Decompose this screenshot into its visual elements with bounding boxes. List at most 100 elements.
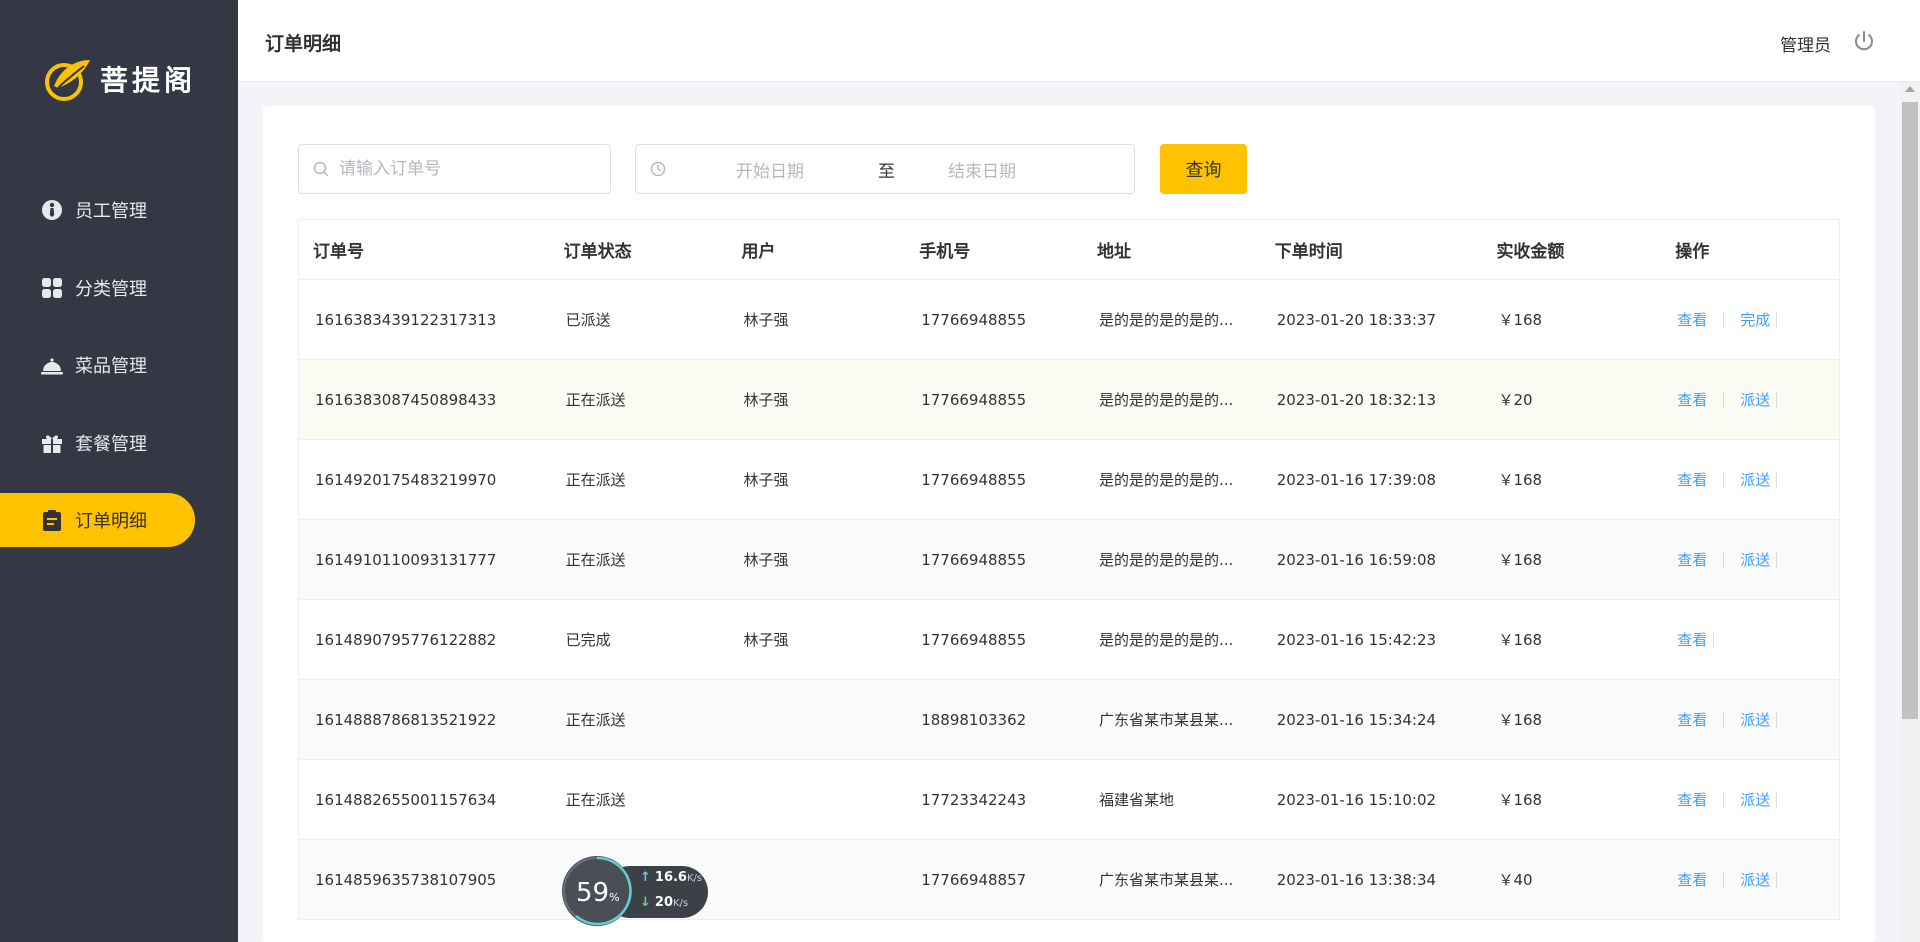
view-button[interactable]: 查看: [1677, 389, 1707, 410]
date-end-input[interactable]: 结束日期: [948, 157, 1016, 182]
user-name[interactable]: 管理员: [1780, 31, 1831, 56]
row-action-button[interactable]: 派送: [1740, 789, 1770, 810]
page-title: 订单明细: [265, 33, 342, 55]
view-button[interactable]: 查看: [1677, 629, 1707, 650]
cell-status: 正在派送: [565, 391, 626, 409]
view-button[interactable]: 查看: [1677, 869, 1707, 890]
cell-status: 正在派送: [565, 551, 626, 569]
cell-amount: ￥168: [1498, 631, 1543, 649]
cell-phone: 17766948857: [921, 870, 1027, 889]
cell-address: 广东省某市某县某...: [1098, 711, 1234, 729]
cell-status: 正在派送: [565, 791, 626, 809]
cell-address: 广东省某市某县某...: [1098, 871, 1234, 889]
cell-id: 1614882655001157634: [315, 790, 497, 809]
cell-time: 2023-01-16 15:42:23: [1276, 630, 1437, 649]
view-button[interactable]: 查看: [1677, 789, 1707, 810]
cell-address: 是的是的是的是的...: [1098, 391, 1234, 409]
search-icon: [313, 161, 329, 177]
action-divider: [1776, 551, 1778, 568]
sidebar-item-category[interactable]: 分类管理: [0, 261, 238, 315]
cell-user: 林子强: [743, 471, 789, 489]
cell-id: 1614910110093131777: [315, 550, 497, 569]
table-row: 1616383087450898433 正在派送 林子强 17766948855 是的是…: [299, 360, 1839, 440]
scroll-thumb[interactable]: [1902, 102, 1918, 719]
cell-amount: ￥168: [1498, 711, 1543, 729]
top-header: 订单明细 管理员: [238, 0, 1920, 82]
cell-status: 已完成: [565, 631, 611, 649]
cell-status: 正在派送: [565, 471, 626, 489]
network-speed-widget[interactable]: 59% ↑ 16.6K/s ↓ 20K/s: [560, 853, 710, 929]
row-action-button[interactable]: 派送: [1740, 469, 1770, 490]
query-button[interactable]: 查询: [1160, 144, 1247, 194]
row-action-button[interactable]: 派送: [1740, 549, 1770, 570]
logo: 菩提阁: [44, 56, 196, 102]
cell-amount: ￥20: [1498, 391, 1533, 409]
view-button[interactable]: 查看: [1677, 469, 1707, 490]
cell-amount: ￥168: [1498, 551, 1543, 569]
column-header: 实收金额: [1496, 242, 1565, 262]
cell-time: 2023-01-16 17:39:08: [1276, 470, 1437, 489]
action-divider: [1776, 391, 1778, 408]
sidebar-item-label: 套餐管理: [75, 433, 147, 455]
cell-actions: 查看 派送: [1661, 389, 1839, 410]
cell-phone: 18898103362: [921, 710, 1027, 729]
cell-phone: 17766948855: [921, 390, 1027, 409]
cell-phone: 17766948855: [921, 310, 1027, 329]
date-start-input[interactable]: 开始日期: [736, 157, 846, 182]
cell-phone: 17766948855: [921, 550, 1027, 569]
order-search-box[interactable]: [298, 144, 611, 194]
order-card: 开始日期 至 结束日期 查询 订单号 订单状态 用户 手机号 地址 下单时间 实…: [263, 106, 1875, 942]
cell-user: 林子强: [743, 311, 789, 329]
cell-phone: 17723342243: [921, 790, 1027, 809]
action-divider: [1713, 631, 1715, 648]
employee-icon: [40, 198, 64, 222]
sidebar-item-dish[interactable]: 菜品管理: [0, 338, 238, 392]
download-speed: ↓ 20K/s: [640, 895, 689, 910]
view-button[interactable]: 查看: [1677, 709, 1707, 730]
cell-address: 是的是的是的是的...: [1098, 551, 1234, 569]
sidebar-item-label: 菜品管理: [75, 356, 147, 377]
column-header: 地址: [1096, 242, 1131, 262]
row-action-button[interactable]: 完成: [1740, 309, 1770, 330]
table-row: 1614890795776122882 已完成 林子强 17766948855 是的是的…: [299, 600, 1839, 680]
page-scrollbar[interactable]: [1900, 82, 1920, 942]
arrow-down-icon: ↓: [640, 895, 651, 910]
cell-time: 2023-01-16 15:10:02: [1276, 790, 1437, 809]
dish-icon: [40, 353, 64, 377]
view-button[interactable]: 查看: [1677, 549, 1707, 570]
cell-amount: ￥40: [1498, 871, 1533, 889]
table-row: 1614920175483219970 正在派送 林子强 17766948855 是的是…: [299, 440, 1839, 520]
sidebar-item-order[interactable]: 订单明细: [0, 493, 195, 547]
sidebar-item-employee[interactable]: 员工管理: [0, 183, 238, 237]
date-range-picker[interactable]: 开始日期 至 结束日期: [635, 144, 1135, 194]
cell-actions: 查看 完成: [1661, 309, 1839, 330]
action-divider: [1723, 791, 1725, 808]
cell-id: 1616383087450898433: [315, 390, 497, 409]
sidebar: 菩提阁 员工管理 分类管理 菜品管理 套餐管理 订单明细: [0, 0, 238, 942]
column-header: 操作: [1675, 242, 1710, 262]
row-action-button[interactable]: 派送: [1740, 869, 1770, 890]
cell-actions: 查看 派送: [1661, 789, 1839, 810]
usage-percent: 59%: [576, 878, 620, 908]
cell-time: 2023-01-16 15:34:24: [1276, 710, 1437, 729]
cell-time: 2023-01-20 18:32:13: [1276, 390, 1437, 409]
order-search-input[interactable]: [339, 159, 599, 179]
action-divider: [1723, 471, 1725, 488]
cell-user: 林子强: [743, 391, 789, 409]
cell-id: 1614888786813521922: [315, 710, 497, 729]
row-action-button[interactable]: 派送: [1740, 389, 1770, 410]
action-divider: [1776, 791, 1778, 808]
sidebar-item-label: 员工管理: [75, 201, 147, 222]
view-button[interactable]: 查看: [1677, 309, 1707, 330]
cell-status: 已派送: [565, 311, 611, 329]
cell-actions: 查看 派送: [1661, 709, 1839, 730]
sidebar-nav: 员工管理 分类管理 菜品管理 套餐管理 订单明细: [0, 183, 238, 571]
action-divider: [1723, 551, 1725, 568]
power-icon[interactable]: [1852, 29, 1876, 53]
column-header: 订单号: [313, 242, 364, 262]
scroll-up-arrow-icon[interactable]: [1905, 86, 1915, 92]
logo-text: 菩提阁: [100, 64, 197, 97]
row-action-button[interactable]: 派送: [1740, 709, 1770, 730]
table-row: 1614910110093131777 正在派送 林子强 17766948855 是的是…: [299, 520, 1839, 600]
sidebar-item-combo[interactable]: 套餐管理: [0, 416, 238, 470]
